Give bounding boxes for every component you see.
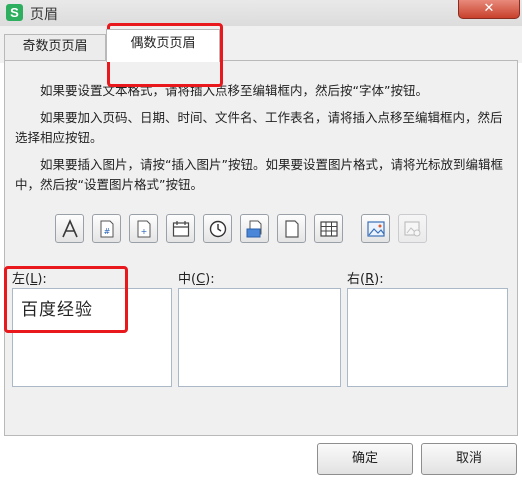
svg-text:+: +: [140, 227, 147, 236]
sheet-name-button[interactable]: [314, 214, 343, 243]
time-button[interactable]: [203, 214, 232, 243]
instruction-font: 如果要设置文本格式，请将插入点移至编辑框内，然后按“字体”按钮。: [40, 83, 428, 98]
right-section-label: 右(R):: [347, 272, 384, 287]
file-name-button[interactable]: [277, 214, 306, 243]
sheet-name-icon: [319, 220, 338, 237]
total-pages-icon: +: [137, 220, 150, 237]
date-icon: [172, 220, 189, 237]
cancel-button[interactable]: 取消: [421, 443, 517, 475]
format-picture-icon: [403, 220, 420, 236]
right-section-editor[interactable]: [347, 288, 508, 387]
font-icon: [61, 218, 78, 237]
left-section-editor[interactable]: 百度经验: [12, 288, 172, 387]
tab-even-page-header[interactable]: 偶数页页眉: [106, 29, 220, 62]
close-button[interactable]: ✕: [458, 0, 520, 19]
svg-text:#: #: [103, 227, 110, 236]
center-section-label: 中(C):: [178, 272, 215, 287]
center-section-editor[interactable]: [178, 288, 341, 387]
total-pages-button[interactable]: +: [129, 214, 158, 243]
date-button[interactable]: [166, 214, 195, 243]
tab-odd-page-header[interactable]: 奇数页页眉: [4, 34, 106, 61]
tab-strip: 奇数页页眉 偶数页页眉: [0, 26, 522, 63]
left-section-label: 左(L):: [12, 272, 47, 287]
instruction-fields: 如果要加入页码、日期、时间、文件名、工作表名，请将插入点移至编辑框内，然后选择相…: [15, 110, 503, 145]
dialog-title: 页眉: [30, 7, 58, 23]
page-number-icon: #: [100, 220, 113, 237]
format-picture-button[interactable]: [398, 214, 427, 243]
font-button[interactable]: [55, 214, 84, 243]
instruction-picture: 如果要插入图片，请按“插入图片”按钮。如果要设置图片格式，请将光标放到编辑框中，…: [15, 157, 503, 192]
title-bar: S 页眉 ✕: [0, 0, 522, 27]
file-path-icon: [246, 220, 261, 237]
insert-picture-icon: [366, 220, 385, 237]
ok-button[interactable]: 确定: [317, 443, 413, 475]
insert-picture-button[interactable]: [361, 214, 390, 243]
app-icon: S: [6, 4, 23, 21]
page-number-button[interactable]: #: [92, 214, 121, 243]
file-name-icon: [284, 219, 299, 238]
left-section-text: 百度经验: [21, 300, 93, 320]
file-path-button[interactable]: [240, 214, 269, 243]
time-icon: [209, 220, 226, 237]
